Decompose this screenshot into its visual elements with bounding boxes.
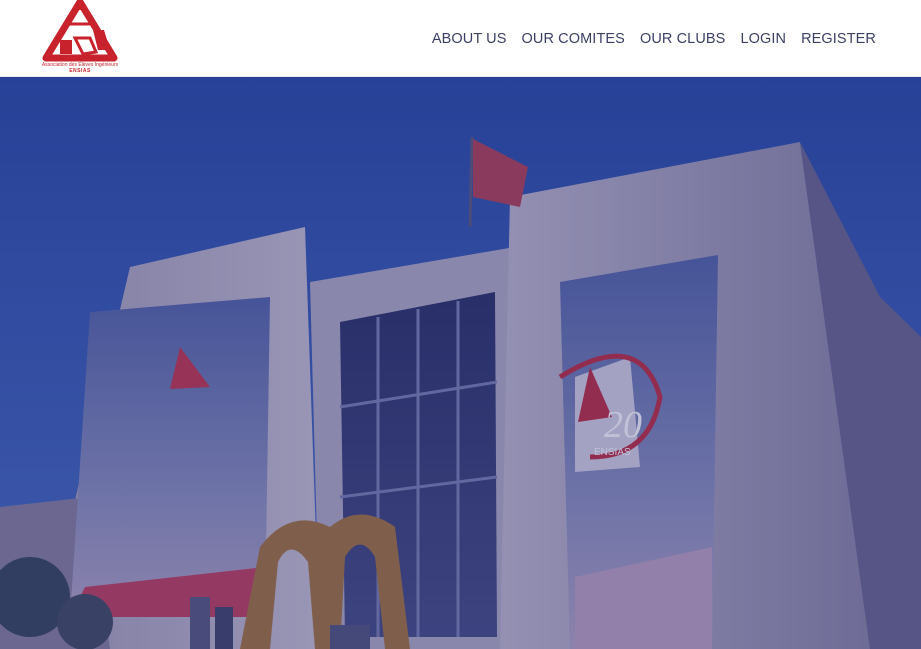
- nav-register[interactable]: REGISTER: [801, 28, 876, 50]
- nav-about-us[interactable]: ABOUT US: [432, 28, 507, 50]
- nav-login[interactable]: LOGIN: [740, 28, 786, 50]
- main-navigation: ABOUT US OUR COMITES OUR CLUBS LOGIN REG…: [432, 28, 876, 50]
- hero-banner: 20 ENSIAS: [0, 77, 921, 649]
- hero-overlay: [0, 77, 921, 649]
- logo-subtitle: ENSIAS: [69, 68, 91, 74]
- navbar: Association des Élèves Ingénieurs ENSIAS…: [0, 0, 921, 77]
- site-logo[interactable]: Association des Élèves Ingénieurs ENSIAS: [38, 0, 122, 76]
- nav-our-clubs[interactable]: OUR CLUBS: [640, 28, 726, 50]
- triangle-monogram-logo-icon: [42, 0, 118, 62]
- nav-our-comites[interactable]: OUR COMITES: [522, 28, 625, 50]
